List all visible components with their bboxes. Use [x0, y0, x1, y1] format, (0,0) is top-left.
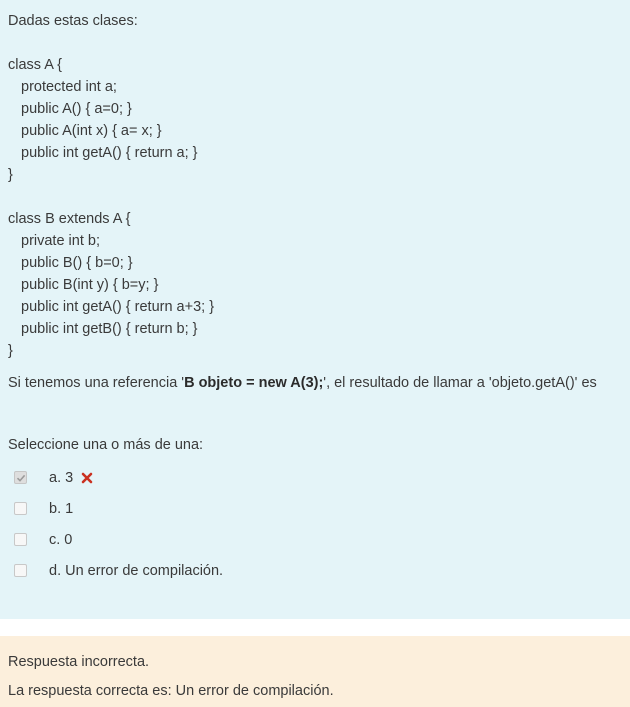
class-b-code: class B extends A { private int b; publi… [8, 208, 622, 362]
option-d[interactable]: d. Un error de compilación. [8, 555, 622, 586]
code-line: public B(int y) { b=y; } [21, 277, 159, 293]
option-a[interactable]: a. 3 [8, 462, 622, 493]
code-line: public int getA() { return a+3; } [21, 299, 215, 315]
question-intro: Dadas estas clases: [8, 13, 138, 29]
code-line: public B() { b=0; } [21, 255, 133, 271]
code-line: class B extends A { [8, 211, 131, 227]
option-label: c. 0 [49, 531, 73, 548]
answer-options: a. 3 b. 1 c. 0 d. Un error de compilació… [8, 462, 622, 586]
correct-answer-text: La respuesta correcta es: Un error de co… [8, 683, 334, 699]
code-line: public A() { a=0; } [21, 101, 132, 117]
code-line: public A(int x) { a= x; } [21, 123, 162, 139]
feedback-status: Respuesta incorrecta. [8, 654, 150, 670]
select-instruction: Seleccione una o más de una: [8, 437, 204, 453]
option-label: d. Un error de compilación. [49, 562, 224, 579]
code-line: } [8, 167, 13, 183]
option-c[interactable]: c. 0 [8, 524, 622, 555]
incorrect-x-icon [81, 472, 93, 483]
code-line: class A { [8, 57, 63, 73]
prompt-text-after: ', el resultado de llamar a 'objeto.getA… [323, 375, 597, 391]
feedback-panel: Respuesta incorrecta. La respuesta corre… [0, 636, 630, 707]
prompt-bold-code: B objeto = new A(3); [184, 375, 324, 391]
checkbox[interactable] [14, 564, 27, 577]
class-a-code: class A { protected int a; public A() { … [8, 54, 622, 186]
question-panel: Dadas estas clases: class A { protected … [0, 0, 630, 619]
option-b[interactable]: b. 1 [8, 493, 622, 524]
checkbox-checked[interactable] [14, 471, 27, 484]
code-line: public int getB() { return b; } [21, 321, 198, 337]
option-label: b. 1 [49, 500, 74, 517]
code-line: private int b; [21, 233, 100, 249]
prompt-text-before: Si tenemos una referencia ' [8, 375, 185, 391]
question-prompt: Si tenemos una referencia 'B objeto = ne… [8, 372, 622, 394]
code-line: public int getA() { return a; } [21, 145, 198, 161]
checkmark-icon [16, 474, 25, 482]
checkbox[interactable] [14, 502, 27, 515]
checkbox[interactable] [14, 533, 27, 546]
code-line: } [8, 343, 13, 359]
option-label: a. 3 [49, 469, 74, 486]
code-line: protected int a; [21, 79, 117, 95]
